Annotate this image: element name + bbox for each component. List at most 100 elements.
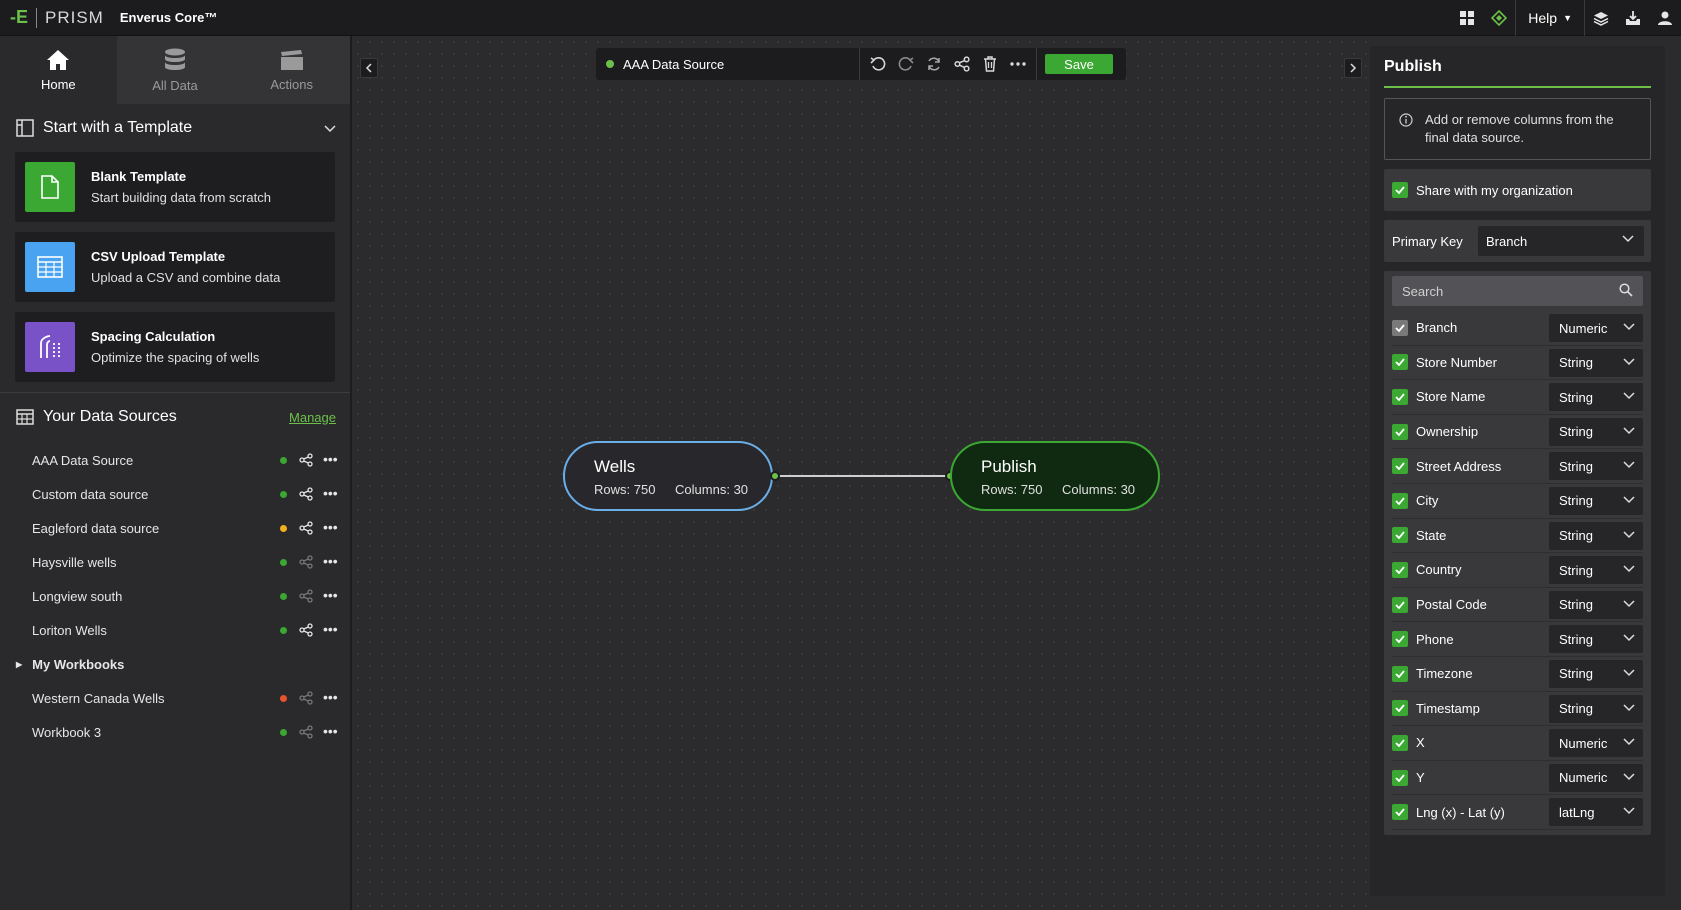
prism-diamond-icon[interactable] — [1483, 0, 1515, 36]
help-menu-button[interactable]: Help ▼ — [1516, 0, 1584, 36]
collapse-right-panel-button[interactable] — [1344, 58, 1362, 78]
column-checkbox[interactable] — [1392, 665, 1408, 682]
chevron-down-icon — [1623, 496, 1635, 504]
column-checkbox[interactable] — [1392, 700, 1408, 717]
share-icon[interactable] — [299, 521, 313, 538]
share-icon[interactable] — [299, 691, 313, 708]
refresh-icon[interactable] — [920, 48, 948, 80]
more-options-icon[interactable]: ••• — [323, 723, 338, 739]
column-type-select[interactable]: String — [1549, 521, 1643, 550]
share-icon[interactable] — [299, 453, 313, 470]
more-options-icon[interactable]: ••• — [323, 689, 338, 705]
column-type-select[interactable]: String — [1549, 348, 1643, 377]
column-type-select[interactable]: Numeric — [1549, 729, 1643, 758]
column-checkbox[interactable] — [1392, 492, 1408, 509]
node-wells[interactable]: Wells Rows: 750 Columns: 30 — [563, 441, 773, 511]
column-type-select[interactable]: String — [1549, 659, 1643, 688]
status-dot — [280, 525, 287, 532]
column-checkbox[interactable] — [1392, 631, 1408, 648]
node-connection-edge[interactable] — [775, 475, 950, 477]
chevron-down-icon[interactable] — [324, 121, 336, 136]
column-type-select[interactable]: String — [1549, 625, 1643, 654]
share-icon[interactable] — [299, 725, 313, 742]
save-button[interactable]: Save — [1045, 54, 1113, 74]
workbook-item[interactable]: Workbook 3 ••• — [0, 715, 350, 749]
templates-header[interactable]: Start with a Template — [0, 104, 350, 152]
workbook-item[interactable]: Western Canada Wells ••• — [0, 681, 350, 715]
tab-all-data[interactable]: All Data — [116, 36, 234, 104]
logo[interactable]: -E PRISM Enverus Core™ — [0, 0, 217, 36]
more-options-icon[interactable]: ••• — [323, 621, 338, 637]
column-row: X Numeric — [1392, 726, 1643, 761]
column-checkbox[interactable] — [1392, 423, 1408, 440]
data-source-item[interactable]: Eagleford data source ••• — [0, 511, 350, 545]
template-card-spacing[interactable]: Spacing Calculation Optimize the spacing… — [15, 312, 335, 382]
primary-key-select[interactable]: Branch — [1478, 226, 1644, 256]
column-checkbox[interactable] — [1392, 319, 1408, 336]
layers-icon[interactable] — [1585, 0, 1617, 36]
share-checkbox[interactable] — [1392, 182, 1408, 198]
trash-icon[interactable] — [976, 48, 1004, 80]
column-checkbox[interactable] — [1392, 354, 1408, 371]
more-options-icon[interactable]: ••• — [323, 519, 338, 535]
workflow-canvas[interactable]: AAA Data Source Save Wells Rows: 750 Col… — [352, 36, 1370, 910]
share-icon[interactable] — [299, 623, 313, 640]
more-options-icon[interactable] — [1004, 48, 1032, 80]
template-card-blank[interactable]: Blank Template Start building data from … — [15, 152, 335, 222]
search-input[interactable] — [1392, 276, 1643, 306]
column-type-select[interactable]: Numeric — [1549, 314, 1643, 342]
column-checkbox[interactable] — [1392, 458, 1408, 475]
share-icon[interactable] — [948, 48, 976, 80]
download-tray-icon[interactable] — [1617, 0, 1649, 36]
column-type-select[interactable]: String — [1549, 590, 1643, 619]
tab-actions[interactable]: Actions — [233, 36, 351, 104]
data-source-item[interactable]: Loriton Wells ••• — [0, 613, 350, 647]
share-icon[interactable] — [299, 555, 313, 572]
column-type-select[interactable]: String — [1549, 417, 1643, 446]
column-type-select[interactable]: latLng — [1549, 798, 1643, 827]
output-port[interactable] — [770, 471, 780, 481]
template-card-csv[interactable]: CSV Upload Template Upload a CSV and com… — [15, 232, 335, 302]
data-source-item[interactable]: Haysville wells ••• — [0, 545, 350, 579]
product-name: PRISM — [45, 7, 104, 27]
share-icon[interactable] — [299, 487, 313, 504]
caret-right-icon: ▶ — [16, 659, 23, 669]
grid-apps-icon[interactable] — [1451, 0, 1483, 36]
column-checkbox[interactable] — [1392, 561, 1408, 578]
manage-link[interactable]: Manage — [289, 410, 336, 425]
undo-icon[interactable] — [864, 48, 892, 80]
column-type-select[interactable]: String — [1549, 452, 1643, 481]
column-checkbox[interactable] — [1392, 804, 1408, 821]
share-organization-toggle[interactable]: Share with my organization — [1384, 169, 1651, 211]
node-publish[interactable]: Publish Rows: 750 Columns: 30 — [950, 441, 1160, 511]
data-source-item[interactable]: Longview south ••• — [0, 579, 350, 613]
column-type-select[interactable]: String — [1549, 486, 1643, 515]
column-type-select[interactable]: String — [1549, 383, 1643, 412]
collapse-left-panel-button[interactable] — [360, 58, 378, 78]
column-checkbox[interactable] — [1392, 769, 1408, 786]
column-checkbox[interactable] — [1392, 734, 1408, 751]
folder-my-workbooks[interactable]: ▶ My Workbooks — [0, 647, 350, 681]
redo-icon[interactable] — [892, 48, 920, 80]
more-options-icon[interactable]: ••• — [323, 553, 338, 569]
more-options-icon[interactable]: ••• — [323, 587, 338, 603]
data-source-item[interactable]: AAA Data Source ••• — [0, 443, 350, 477]
tab-label: Home — [40, 76, 76, 92]
column-name: Timestamp — [1416, 700, 1480, 716]
column-type-select[interactable]: String — [1549, 694, 1643, 723]
data-source-item[interactable]: Custom data source ••• — [0, 477, 350, 511]
more-options-icon[interactable]: ••• — [323, 485, 338, 501]
share-icon[interactable] — [299, 589, 313, 606]
column-checkbox[interactable] — [1392, 527, 1408, 544]
column-checkbox[interactable] — [1392, 596, 1408, 613]
column-type-select[interactable]: Numeric — [1549, 763, 1643, 792]
more-options-icon[interactable]: ••• — [323, 451, 338, 467]
template-title: CSV Upload Template — [91, 249, 226, 264]
column-type-select[interactable]: String — [1549, 556, 1643, 585]
checkmark-icon — [1395, 773, 1405, 782]
column-checkbox[interactable] — [1392, 388, 1408, 405]
user-icon[interactable] — [1649, 0, 1681, 36]
column-row: Timezone String — [1392, 657, 1643, 692]
tab-home[interactable]: Home — [0, 36, 117, 104]
template-desc: Optimize the spacing of wells — [91, 350, 260, 365]
